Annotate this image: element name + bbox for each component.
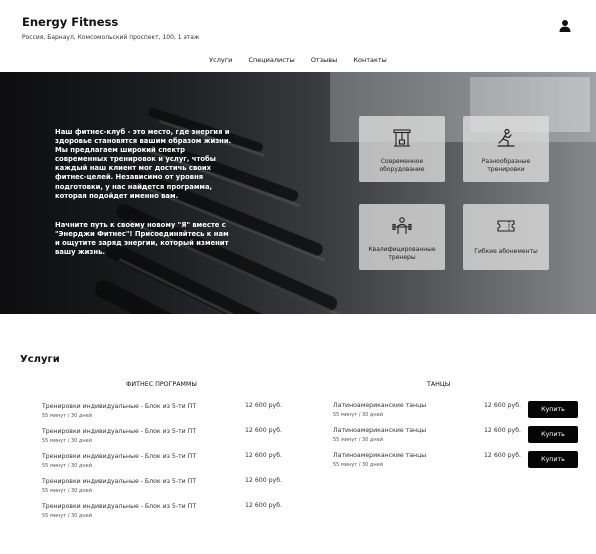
list-item: Латиноамериканские танцы 55 минут / 30 д… bbox=[333, 402, 426, 418]
service-name: Тренировки индивидуальные - Блок из 5-ти… bbox=[42, 503, 197, 510]
feature-label: Разнообразные тренировки bbox=[481, 158, 531, 173]
feature-card-equipment: Современное оборудование bbox=[359, 116, 445, 182]
service-price: 12 600 руб. bbox=[245, 402, 282, 409]
service-price: 12 600 руб. bbox=[245, 502, 282, 509]
service-name: Тренировки индивидуальные - Блок из 5-ти… bbox=[42, 403, 197, 410]
buy-button[interactable]: Купить bbox=[528, 401, 578, 418]
buy-button[interactable]: Купить bbox=[528, 451, 578, 468]
nav-link-contacts[interactable]: Контакты bbox=[353, 56, 386, 64]
service-meta: 55 минут / 30 дней bbox=[42, 463, 92, 469]
service-price: 12 600 руб. bbox=[484, 427, 521, 434]
hero-banner: Наш фитнес-клуб - это место, где энергия… bbox=[0, 72, 596, 314]
list-item: Тренировки индивидуальные - Блок из 5-ти… bbox=[42, 453, 196, 469]
buy-button[interactable]: Купить bbox=[528, 426, 578, 443]
list-item: Тренировки индивидуальные - Блок из 5-ти… bbox=[42, 478, 196, 494]
nav-link-reviews[interactable]: Отзывы bbox=[311, 56, 337, 64]
list-item: Латиноамериканские танцы 55 минут / 30 д… bbox=[333, 452, 426, 468]
main-nav: Услуги Специалисты Отзывы Контакты bbox=[0, 56, 596, 64]
brand-name[interactable]: Energy Fitness bbox=[22, 15, 118, 29]
service-price: 12 600 руб. bbox=[245, 477, 282, 484]
service-name: Латиноамериканские танцы bbox=[333, 452, 427, 459]
list-item: Латиноамериканские танцы 55 минут / 30 д… bbox=[333, 427, 426, 443]
service-name: Латиноамериканские танцы bbox=[333, 402, 427, 409]
site-header: Energy Fitness Россия, Барнаул, Комсомол… bbox=[0, 0, 596, 72]
service-price: 12 600 руб. bbox=[245, 452, 282, 459]
fitness-programs-heading: ФИТНЕС ПРОГРАММЫ bbox=[126, 381, 197, 388]
feature-label: Гибкие абонементы bbox=[474, 248, 538, 255]
hero-call-to-action-text: Начните путь к своему новому "Я" вместе … bbox=[55, 221, 229, 257]
service-meta: 55 минут / 30 дней bbox=[333, 462, 383, 468]
feature-label: Квалифицированные тренеры bbox=[368, 246, 436, 261]
nav-link-specialists[interactable]: Специалисты bbox=[248, 56, 294, 64]
list-item: Тренировки индивидуальные - Блок из 5-ти… bbox=[42, 428, 196, 444]
user-icon[interactable] bbox=[558, 19, 572, 33]
service-meta: 55 минут / 30 дней bbox=[333, 412, 383, 418]
service-name: Тренировки индивидуальные - Блок из 5-ти… bbox=[42, 453, 197, 460]
feature-card-trainings: Разнообразные тренировки bbox=[463, 116, 549, 182]
dance-heading: ТАНЦЫ bbox=[427, 381, 451, 388]
club-address: Россия, Барнаул, Комсомольский проспект,… bbox=[22, 34, 200, 41]
service-meta: 55 минут / 30 дней bbox=[42, 413, 92, 419]
service-price: 12 600 руб. bbox=[245, 427, 282, 434]
exercise-person-icon bbox=[497, 128, 515, 147]
list-item: Тренировки индивидуальные - Блок из 5-ти… bbox=[42, 503, 196, 519]
feature-label: Современное оборудование bbox=[379, 158, 425, 173]
service-meta: 55 минут / 30 дней bbox=[333, 437, 383, 443]
service-price: 12 600 руб. bbox=[484, 402, 521, 409]
service-meta: 55 минут / 30 дней bbox=[42, 513, 92, 519]
feature-card-trainers: Квалифицированные тренеры bbox=[359, 204, 445, 270]
hero-intro-text: Наш фитнес-клуб - это место, где энергия… bbox=[55, 128, 232, 200]
feature-card-memberships: Гибкие абонементы bbox=[463, 204, 549, 270]
nav-link-services[interactable]: Услуги bbox=[209, 56, 232, 64]
service-meta: 55 минут / 30 дней bbox=[42, 438, 92, 444]
service-name: Тренировки индивидуальные - Блок из 5-ти… bbox=[42, 428, 197, 435]
services-section-title: Услуги bbox=[20, 354, 60, 365]
service-name: Тренировки индивидуальные - Блок из 5-ти… bbox=[42, 478, 197, 485]
gym-equipment-icon bbox=[393, 129, 411, 147]
service-meta: 55 минут / 30 дней bbox=[42, 488, 92, 494]
service-name: Латиноамериканские танцы bbox=[333, 427, 427, 434]
trainer-dumbbell-icon bbox=[392, 217, 412, 234]
membership-ticket-icon bbox=[497, 220, 515, 232]
list-item: Тренировки индивидуальные - Блок из 5-ти… bbox=[42, 403, 196, 419]
service-price: 12 600 руб. bbox=[484, 452, 521, 459]
